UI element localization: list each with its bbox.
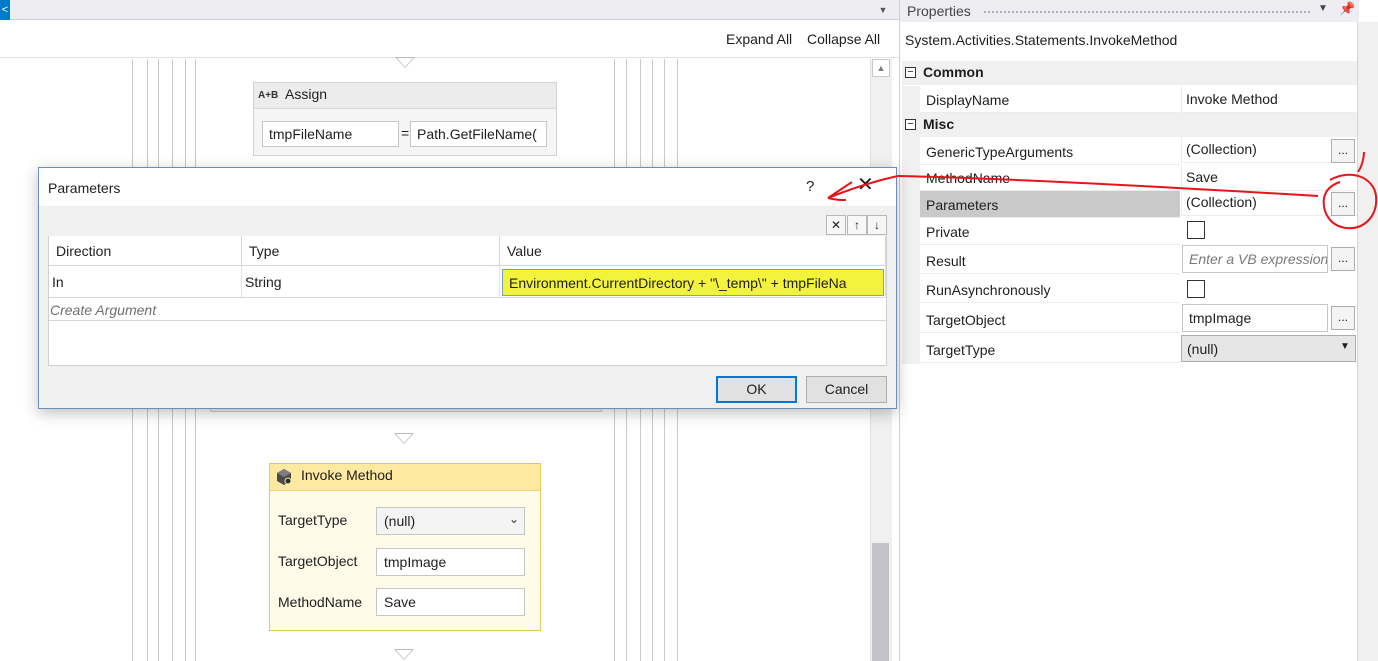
properties-scroll-area xyxy=(1357,22,1378,661)
category-misc-label: Misc xyxy=(923,116,955,132)
dropdown-arrow-icon[interactable]: ▼ xyxy=(1340,341,1350,352)
category-common-label: Common xyxy=(923,64,984,80)
pane-menu-icon[interactable]: ▼ xyxy=(1318,3,1328,14)
prop-private-name: Private xyxy=(920,218,1180,245)
prop-displayname-name: DisplayName xyxy=(920,86,1180,113)
drop-arrow-icon[interactable] xyxy=(395,57,415,68)
selected-object-type: System.Activities.Statements.InvokeMetho… xyxy=(905,32,1178,48)
target-type-label: TargetType xyxy=(278,512,348,528)
help-icon[interactable]: ? xyxy=(806,178,814,195)
create-argument-row[interactable]: Create Argument xyxy=(50,302,156,318)
result-input[interactable]: Enter a VB expression xyxy=(1182,245,1328,273)
target-object-label: TargetObject xyxy=(278,553,358,569)
dialog-title: Parameters xyxy=(48,180,121,196)
prop-displayname-value[interactable]: Invoke Method xyxy=(1181,86,1357,113)
target-object-property-input[interactable]: tmpImage xyxy=(1182,304,1328,332)
method-name-label: MethodName xyxy=(278,594,363,610)
result-ellipsis-button[interactable]: ... xyxy=(1331,247,1355,271)
collapse-icon[interactable]: − xyxy=(905,119,916,130)
titlebar-grip[interactable] xyxy=(983,10,1310,15)
pin-icon[interactable]: 📌 xyxy=(1339,1,1355,17)
value-expression-input[interactable]: Environment.CurrentDirectory + "\_temp\"… xyxy=(502,269,884,296)
grid-divider xyxy=(49,320,886,321)
prop-targetobject-name: TargetObject xyxy=(920,306,1180,333)
column-header-direction[interactable]: Direction xyxy=(49,236,242,266)
method-name-input[interactable]: Save xyxy=(376,588,525,616)
target-type-property-select[interactable]: (null) xyxy=(1181,335,1356,362)
prop-methodname-value[interactable]: Save xyxy=(1181,164,1357,191)
generictypeargs-ellipsis-button[interactable]: ... xyxy=(1331,139,1355,163)
target-object-input[interactable]: tmpImage xyxy=(376,548,525,576)
run-async-checkbox[interactable] xyxy=(1187,280,1205,298)
parameters-ellipsis-button[interactable]: ... xyxy=(1331,192,1355,216)
properties-title: Properties xyxy=(907,3,971,19)
designer-tab-strip xyxy=(0,0,899,20)
move-down-button[interactable]: ↓ xyxy=(867,215,887,235)
category-misc-row[interactable] xyxy=(902,113,1357,137)
drop-arrow-icon[interactable] xyxy=(394,649,414,660)
dialog-titlebar xyxy=(39,168,896,206)
drop-arrow-icon[interactable] xyxy=(394,433,414,444)
delete-argument-button[interactable]: ✕ xyxy=(826,215,846,235)
prop-methodname-name: MethodName xyxy=(920,164,1180,191)
prop-result-name: Result xyxy=(920,247,1180,274)
cancel-button[interactable]: Cancel xyxy=(806,376,887,403)
chevron-down-icon[interactable]: ⌄ xyxy=(509,512,519,526)
assign-equals-sign: = xyxy=(401,125,410,141)
invoke-method-title: Invoke Method xyxy=(301,467,393,483)
scrollbar-thumb[interactable] xyxy=(872,543,889,661)
column-header-type[interactable]: Type xyxy=(242,236,500,266)
tab-dropdown-icon[interactable]: ▼ xyxy=(874,2,892,18)
cell-direction[interactable]: In xyxy=(49,266,242,298)
prop-parameters-name[interactable]: Parameters xyxy=(920,191,1180,218)
collapse-icon[interactable]: − xyxy=(905,67,916,78)
assign-to-input[interactable]: tmpFileName xyxy=(262,121,399,147)
target-type-select[interactable]: (null) xyxy=(376,507,525,535)
assign-value-input[interactable]: Path.GetFileName( xyxy=(410,121,547,147)
assign-icon: A+B xyxy=(258,90,279,101)
collapse-all-link[interactable]: Collapse All xyxy=(807,31,880,47)
prop-generictypeargs-name: GenericTypeArguments xyxy=(920,138,1180,165)
ok-button[interactable]: OK xyxy=(716,376,797,403)
invoke-method-icon xyxy=(277,469,292,485)
assign-title: Assign xyxy=(285,86,328,102)
private-checkbox[interactable] xyxy=(1187,221,1205,239)
cell-type[interactable]: String xyxy=(242,266,500,298)
prop-runasync-name: RunAsynchronously xyxy=(920,276,1180,303)
prop-targettype-name: TargetType xyxy=(920,336,1180,363)
targetobject-ellipsis-button[interactable]: ... xyxy=(1331,306,1355,330)
close-icon[interactable]: ✕ xyxy=(857,175,874,195)
column-header-value[interactable]: Value xyxy=(500,236,886,266)
expand-all-link[interactable]: Expand All xyxy=(726,31,792,47)
tab-active-marker[interactable]: < xyxy=(0,0,10,20)
move-up-button[interactable]: ↑ xyxy=(847,215,867,235)
scroll-up-icon[interactable]: ▲ xyxy=(872,59,890,77)
